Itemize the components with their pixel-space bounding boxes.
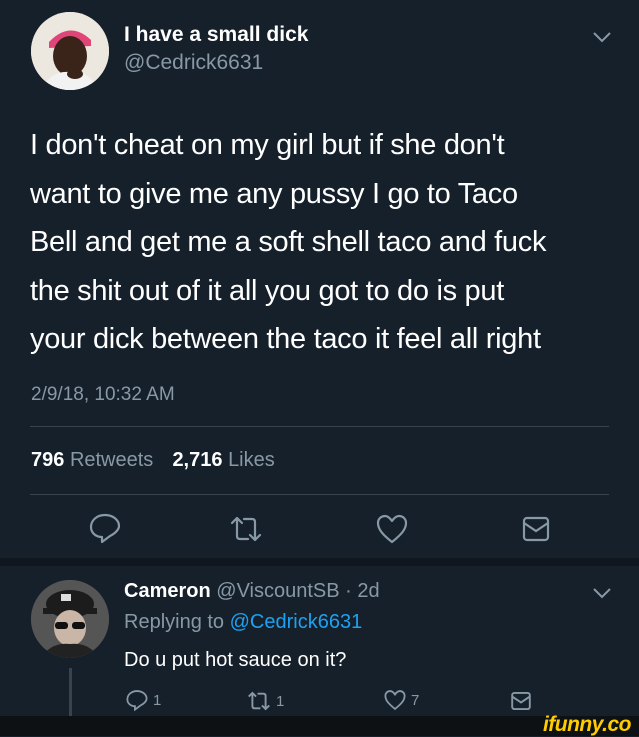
reply-count: 1 xyxy=(153,691,162,709)
reply-avatar[interactable] xyxy=(31,580,109,658)
tweet-stats: 796 Retweets 2,716 Likes xyxy=(31,449,275,472)
reply-text: Do u put hot sauce on it? xyxy=(124,649,347,671)
retweet-count: 1 xyxy=(276,692,285,710)
reply-action-like[interactable]: 7 xyxy=(383,689,419,711)
user-handle[interactable]: @Cedrick6631 xyxy=(124,51,263,75)
tweet-text-line: your dick between the taco it feel all r… xyxy=(30,323,541,355)
tweet-text: I don't cheat on my girl but if she don'… xyxy=(30,121,546,364)
retweet-icon[interactable] xyxy=(228,514,264,544)
message-icon[interactable] xyxy=(521,514,551,544)
like-count: 7 xyxy=(411,691,420,709)
avatar[interactable] xyxy=(31,12,109,90)
like-icon[interactable] xyxy=(383,689,407,711)
reply-header: Cameron @ViscountSB · 2d xyxy=(124,580,380,603)
reply-icon[interactable] xyxy=(125,689,149,711)
reply-handle[interactable]: @ViscountSB xyxy=(216,580,339,602)
retweets-count[interactable]: 796 xyxy=(31,449,64,471)
ifunny-watermark: ifunny.co xyxy=(542,713,632,736)
reply-icon[interactable] xyxy=(88,512,122,544)
retweets-label[interactable]: Retweets xyxy=(70,449,153,471)
tweet-text-line: want to give me any pussy I go to Taco xyxy=(30,177,518,210)
display-name[interactable]: I have a small dick xyxy=(124,23,308,47)
retweet-icon[interactable] xyxy=(245,690,273,712)
reply-chevron-down-icon[interactable] xyxy=(592,586,612,600)
replying-to-label: Replying to xyxy=(124,611,225,633)
divider xyxy=(30,494,609,495)
tweet-text-line: I don't cheat on my girl but if she don'… xyxy=(30,129,505,161)
section-divider xyxy=(0,558,639,566)
tweet-text-line: the shit out of it all you got to do is … xyxy=(30,274,504,307)
replying-to-handle[interactable]: @Cedrick6631 xyxy=(230,611,363,633)
chevron-down-icon[interactable] xyxy=(592,30,612,44)
like-icon[interactable] xyxy=(375,513,409,545)
message-icon[interactable] xyxy=(510,690,532,712)
reply-action-retweet[interactable]: 1 xyxy=(245,690,284,712)
likes-label[interactable]: Likes xyxy=(228,449,275,471)
tweet-timestamp[interactable]: 2/9/18, 10:32 AM xyxy=(31,384,175,406)
divider xyxy=(30,426,609,427)
reply-display-name[interactable]: Cameron xyxy=(124,580,211,602)
reply-action-reply[interactable]: 1 xyxy=(125,689,161,711)
tweet-text-line: Bell and get me a soft shell taco and fu… xyxy=(30,226,547,258)
reply-age: · 2d xyxy=(345,580,380,602)
thread-line xyxy=(69,668,72,716)
likes-count[interactable]: 2,716 xyxy=(172,449,222,471)
replying-to: Replying to @Cedrick6631 xyxy=(124,611,362,634)
